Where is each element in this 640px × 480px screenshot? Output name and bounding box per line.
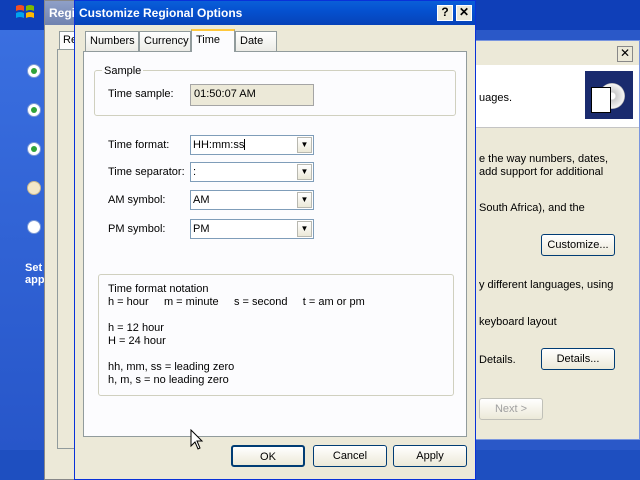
mouse-cursor-icon (190, 428, 204, 451)
time-separator-label: Time separator: (108, 166, 185, 178)
customize-regional-options-dialog: Customize Regional Options ? ✕ Numbers C… (74, 0, 476, 480)
wizard-text-line3: South Africa), and the (479, 202, 585, 214)
tab-time[interactable]: Time (191, 29, 235, 52)
time-sample-field: 01:50:07 AM (190, 84, 314, 106)
cd-box-icon (585, 71, 633, 119)
sample-group-label: Sample (102, 65, 144, 77)
pm-symbol-label: PM symbol: (108, 223, 166, 235)
time-tab-panel: Sample Time sample: 01:50:07 AM Time for… (83, 51, 467, 437)
desktop-caption-line1: Set (25, 262, 43, 274)
wizard-close-button[interactable]: ✕ (617, 46, 633, 62)
wizard-text-details: Details. (479, 354, 516, 366)
wizard-radio-2[interactable] (27, 103, 41, 117)
help-button[interactable]: ? (437, 5, 453, 21)
dialog-title: Customize Regional Options (79, 6, 243, 20)
wizard-radio-3[interactable] (27, 142, 41, 156)
box-shape (591, 87, 611, 113)
desktop-caption-line2: app (25, 274, 45, 286)
chevron-down-icon[interactable]: ▼ (297, 221, 312, 237)
pm-symbol-combo[interactable]: PM ▼ (190, 219, 314, 239)
notation-line2: h = 12 hour (108, 322, 164, 334)
chevron-down-icon[interactable]: ▼ (297, 164, 312, 180)
time-separator-value[interactable]: : (193, 166, 196, 178)
dialog-titlebar[interactable]: Customize Regional Options ? ✕ (75, 1, 475, 25)
tab-currency[interactable]: Currency (139, 31, 191, 51)
notation-line3: H = 24 hour (108, 335, 166, 347)
wizard-radio-5[interactable] (27, 220, 41, 234)
chevron-down-icon[interactable]: ▼ (297, 137, 312, 153)
customize-button[interactable]: Customize... (541, 234, 615, 256)
tab-date[interactable]: Date (235, 31, 277, 51)
notation-line4: hh, mm, ss = leading zero (108, 361, 235, 373)
next-button[interactable]: Next > (479, 398, 543, 420)
windows-flag-icon (14, 2, 36, 22)
time-format-text: HH:mm:ss (193, 139, 245, 151)
wizard-text-line1: e the way numbers, dates, (479, 153, 609, 165)
close-button[interactable]: ✕ (456, 5, 472, 21)
time-format-label: Time format: (108, 139, 170, 151)
am-symbol-label: AM symbol: (108, 194, 166, 206)
time-format-value[interactable]: HH:mm:ss (193, 139, 246, 151)
am-symbol-combo[interactable]: AM ▼ (190, 190, 314, 210)
notation-title: Time format notation (108, 283, 209, 295)
notation-line1: h = hour m = minute s = second t = am or… (108, 296, 365, 308)
tab-numbers[interactable]: Numbers (85, 31, 139, 51)
details-button[interactable]: Details... (541, 348, 615, 370)
wizard-window: ✕ uages. e the way numbers, dates, add s… (470, 40, 640, 440)
wizard-text-line5: keyboard layout (479, 316, 557, 328)
wizard-text-line4: y different languages, using (479, 279, 614, 291)
pm-symbol-value[interactable]: PM (193, 223, 210, 235)
chevron-down-icon[interactable]: ▼ (297, 192, 312, 208)
ok-button[interactable]: OK (231, 445, 305, 467)
wizard-text-line2: add support for additional (479, 166, 604, 178)
notation-box: Time format notation h = hour m = minute… (98, 274, 454, 396)
time-sample-label: Time sample: (108, 88, 174, 100)
wizard-text-languages: uages. (479, 92, 513, 104)
desktop-caption: Set app (25, 262, 45, 286)
text-caret (244, 139, 246, 150)
wizard-radio-4[interactable] (27, 181, 41, 195)
regional-options-title: Regi (49, 6, 76, 20)
notation-line5: h, m, s = no leading zero (108, 374, 229, 386)
cancel-button[interactable]: Cancel (313, 445, 387, 467)
wizard-radio-1[interactable] (27, 64, 41, 78)
time-format-combo[interactable]: HH:mm:ss ▼ (190, 135, 314, 155)
am-symbol-value[interactable]: AM (193, 194, 210, 206)
time-separator-combo[interactable]: : ▼ (190, 162, 314, 182)
apply-button[interactable]: Apply (393, 445, 467, 467)
